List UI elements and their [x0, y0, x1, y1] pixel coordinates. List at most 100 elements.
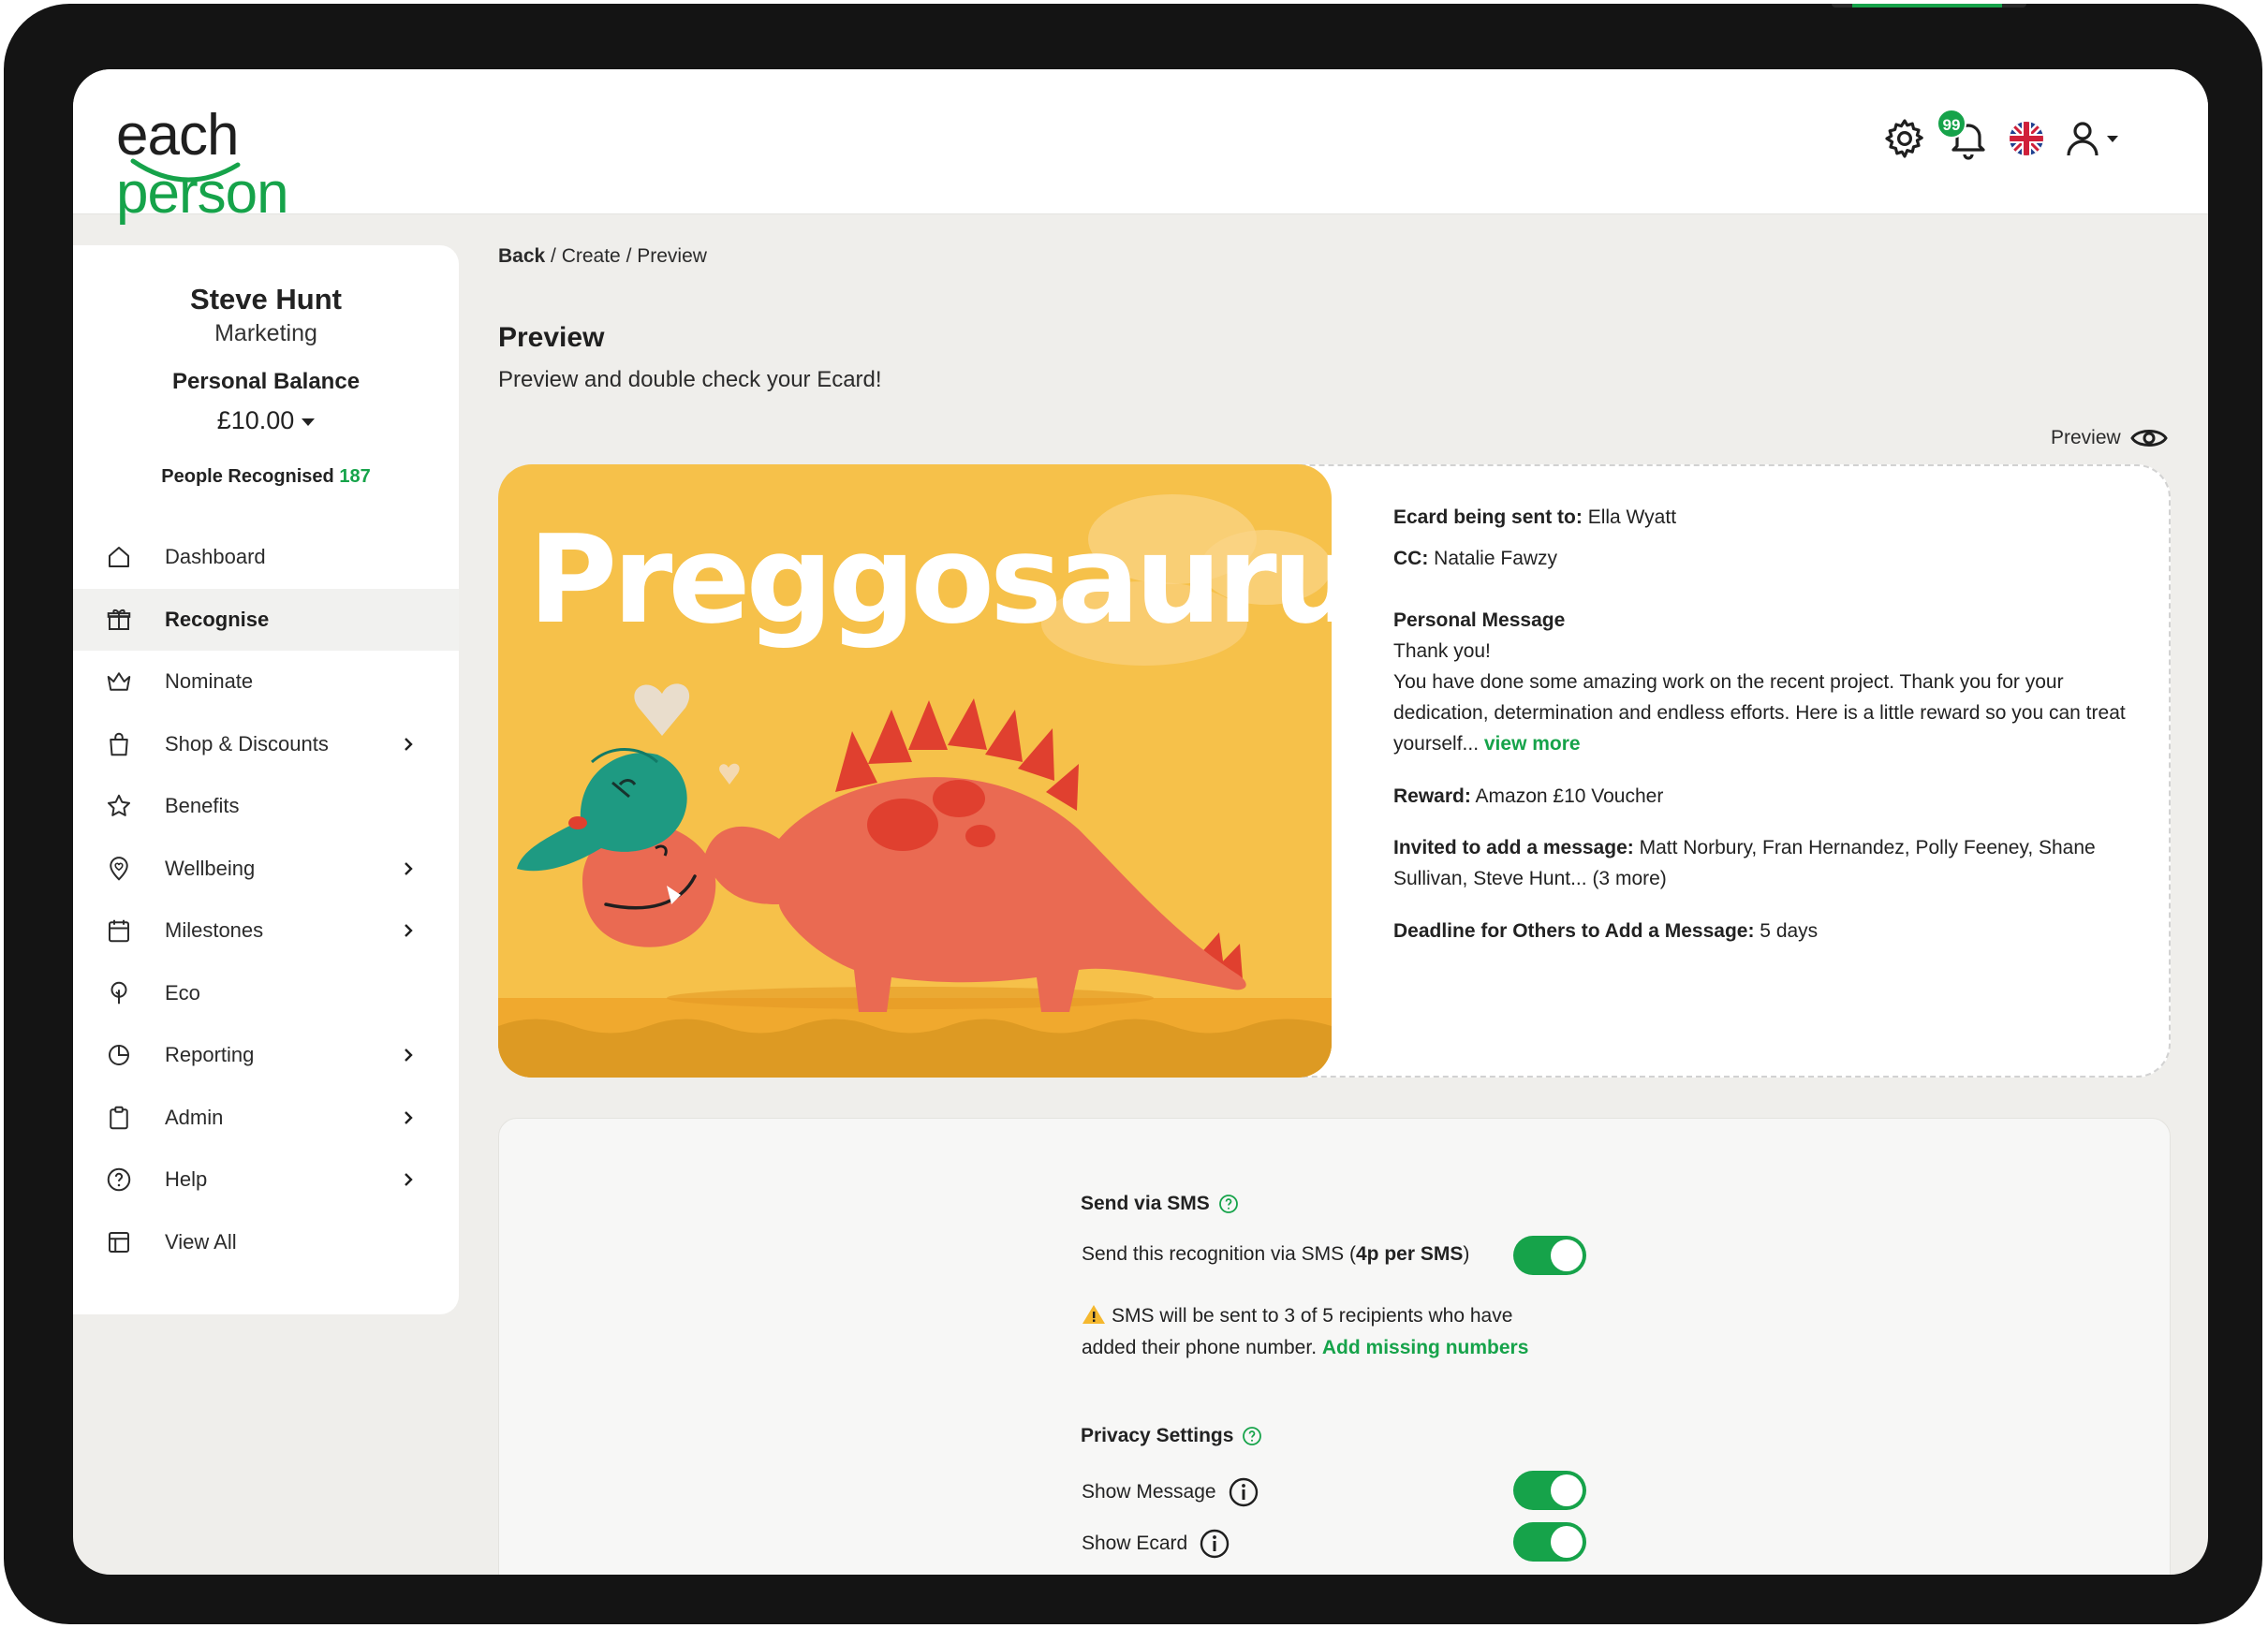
- balance-value: £10.00: [216, 406, 295, 434]
- device-notch: [1832, 4, 2026, 7]
- star-icon: [108, 795, 130, 817]
- layout-icon: [109, 1231, 129, 1253]
- view-more-link[interactable]: view more: [1484, 733, 1581, 755]
- bag-icon: [110, 732, 128, 755]
- page-title: Preview: [498, 322, 605, 353]
- sms-warning-line-2: added their phone number. Add missing nu…: [1082, 1337, 1529, 1358]
- profile-name: Steve Hunt: [190, 283, 342, 315]
- sidebar-item-eco[interactable]: Eco: [73, 962, 459, 1025]
- show-message-toggle[interactable]: [1513, 1471, 1586, 1510]
- sidebar-nav: Dashboard Recognise Nominate Shop & Disc…: [73, 526, 459, 1273]
- chevron-right-icon: [405, 1110, 413, 1124]
- each-person-logo[interactable]: each person: [116, 107, 425, 223]
- ecard-image: Preggosaurus: [498, 464, 1332, 1078]
- message-body: You have done some amazing work on the r…: [1393, 671, 2126, 755]
- logo-smile-icon: [130, 158, 241, 183]
- toggle-knob: [1551, 1526, 1583, 1558]
- reward-row: Reward: Amazon £10 Voucher: [1393, 785, 1664, 807]
- personal-message-heading: Personal Message: [1393, 609, 1566, 631]
- breadcrumb-back-link[interactable]: Back: [498, 245, 545, 267]
- sidebar-item-recognise[interactable]: Recognise: [73, 588, 459, 651]
- recipient-row: Ecard being sent to: Ella Wyatt: [1393, 506, 1677, 528]
- notification-count-badge: 99: [1937, 109, 1966, 139]
- sidebar-item-wellbeing[interactable]: Wellbeing: [73, 838, 459, 901]
- recognised-count: 187: [339, 466, 371, 487]
- breadcrumb: Back / Create / Preview: [498, 245, 707, 268]
- show-ecard-toggle[interactable]: [1513, 1522, 1586, 1562]
- profile-department: Marketing: [214, 320, 317, 346]
- sidebar-item-label: Help: [165, 1167, 208, 1192]
- sidebar: Steve Hunt Marketing Personal Balance £1…: [73, 245, 459, 1314]
- sidebar-item-label: Recognise: [165, 607, 270, 631]
- balance-label: Personal Balance: [171, 369, 361, 394]
- sidebar-item-milestones[interactable]: Milestones: [73, 900, 459, 962]
- help-icon[interactable]: [1241, 1425, 1263, 1447]
- message-line-1: Thank you!: [1393, 640, 1491, 662]
- balance-dropdown[interactable]: £10.00: [73, 406, 459, 435]
- info-icon[interactable]: [1199, 1528, 1230, 1560]
- show-ecard-label: Show Ecard: [1082, 1528, 1230, 1560]
- heart-pin-icon: [110, 856, 128, 881]
- sidebar-item-label: Shop & Discounts: [165, 731, 329, 755]
- user-icon[interactable]: [2060, 116, 2105, 161]
- sidebar-item-label: Dashboard: [165, 545, 266, 569]
- home-icon: [109, 547, 129, 568]
- sidebar-item-shop-discounts[interactable]: Shop & Discounts: [73, 713, 459, 776]
- crown-icon: [107, 672, 131, 691]
- sidebar-item-help[interactable]: Help: [73, 1149, 459, 1211]
- uk-flag-icon[interactable]: [2008, 120, 2045, 157]
- ecard-title: Preggosaurus: [528, 508, 1332, 651]
- chevron-right-icon: [405, 924, 413, 938]
- caret-down-icon: [302, 418, 316, 426]
- cc-row: CC: Natalie Fawzy: [1393, 548, 1558, 569]
- chevron-right-icon: [405, 1173, 413, 1187]
- sms-toggle[interactable]: [1513, 1236, 1586, 1275]
- sidebar-item-label: Nominate: [165, 669, 254, 694]
- toggle-knob: [1551, 1239, 1583, 1271]
- recipient-name: Ella Wyatt: [1582, 506, 1677, 528]
- deadline-row: Deadline for Others to Add a Message: 5 …: [1393, 920, 1819, 942]
- sidebar-item-label: View All: [165, 1229, 237, 1254]
- invited-row: Invited to add a message: Matt Norbury, …: [1393, 837, 2096, 889]
- sidebar-item-view-all[interactable]: View All: [73, 1211, 459, 1274]
- chevron-right-icon: [405, 1049, 413, 1063]
- breadcrumb-trail: / Create / Preview: [545, 245, 707, 267]
- sidebar-item-nominate[interactable]: Nominate: [73, 651, 459, 713]
- show-message-label: Show Message: [1082, 1476, 1259, 1508]
- sidebar-item-reporting[interactable]: Reporting: [73, 1024, 459, 1087]
- add-missing-numbers-link[interactable]: Add missing numbers: [1322, 1337, 1529, 1358]
- cc-name: Natalie Fawzy: [1428, 548, 1558, 569]
- chevron-right-icon: [405, 861, 413, 875]
- help-circle-icon: [107, 1168, 131, 1192]
- deadline-value: 5 days: [1754, 920, 1819, 942]
- reward-value: Amazon £10 Voucher: [1470, 785, 1664, 807]
- gear-icon[interactable]: [1882, 116, 1927, 161]
- sms-section-title: Send via SMS: [1081, 1193, 1240, 1215]
- preview-toggle[interactable]: Preview: [2051, 425, 2168, 451]
- sidebar-item-admin[interactable]: Admin: [73, 1087, 459, 1150]
- page-subtitle: Preview and double check your Ecard!: [498, 367, 882, 392]
- sidebar-item-label: Reporting: [165, 1043, 255, 1067]
- pie-chart-icon: [109, 1045, 129, 1066]
- sms-warning-line-1: SMS will be sent to 3 of 5 recipients wh…: [1082, 1305, 1512, 1327]
- warning-icon: [1082, 1305, 1105, 1325]
- sidebar-item-label: Benefits: [165, 794, 240, 818]
- device-frame: each person 99 Steve Hunt Marketing Pers…: [4, 4, 2262, 1624]
- app-screen: each person 99 Steve Hunt Marketing Pers…: [73, 69, 2208, 1575]
- privacy-section-title: Privacy Settings: [1081, 1425, 1263, 1447]
- eye-icon: [2129, 430, 2168, 447]
- toggle-knob: [1551, 1474, 1583, 1506]
- info-icon[interactable]: [1228, 1476, 1259, 1508]
- preview-link-label: Preview: [2051, 427, 2121, 448]
- sidebar-item-label: Milestones: [165, 918, 264, 943]
- sidebar-item-benefits[interactable]: Benefits: [73, 775, 459, 838]
- chevron-down-icon[interactable]: [2105, 131, 2120, 146]
- gift-icon: [107, 609, 131, 630]
- sms-toggle-label: Send this recognition via SMS (4p per SM…: [1082, 1243, 1470, 1265]
- sidebar-item-label: Wellbeing: [165, 856, 256, 880]
- sidebar-item-label: Eco: [165, 980, 200, 1005]
- sidebar-item-dashboard[interactable]: Dashboard: [73, 526, 459, 589]
- help-icon[interactable]: [1217, 1193, 1240, 1215]
- chevron-right-icon: [405, 737, 413, 751]
- calendar-icon: [109, 920, 129, 943]
